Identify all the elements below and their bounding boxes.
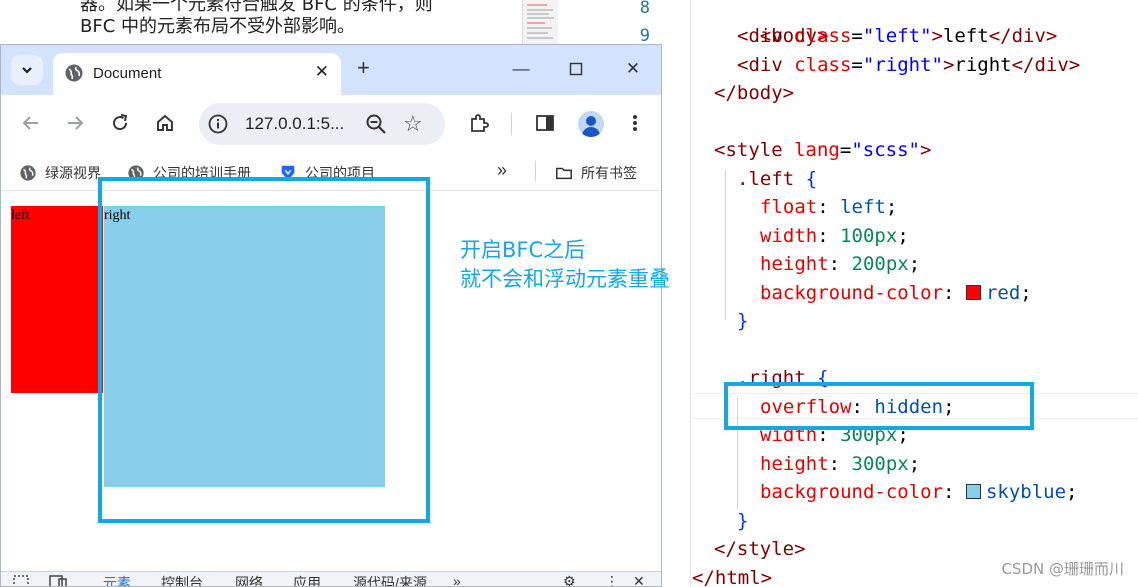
viewport-annotation-box bbox=[98, 177, 430, 523]
article-thumbnail bbox=[522, 0, 558, 44]
annotation-line-1: 开启BFC之后 bbox=[460, 238, 586, 262]
tab-search-button[interactable] bbox=[11, 55, 43, 85]
article-line-2: BFC 中的元素布局不受外部影响。 bbox=[80, 16, 355, 37]
left-float-box: left bbox=[11, 206, 103, 393]
line-number: 8 bbox=[639, 0, 650, 18]
code-line: <div class="right">right</div> bbox=[737, 54, 1081, 76]
code-line: background-color: skyblue; bbox=[760, 481, 1078, 503]
code-line: float: left; bbox=[760, 196, 898, 218]
gear-icon[interactable]: ⚙ bbox=[563, 573, 576, 586]
back-arrow-icon[interactable] bbox=[17, 109, 45, 137]
minimize-icon[interactable]: — bbox=[509, 57, 533, 81]
browser-toolbar: 127.0.0.1:5... ☆ bbox=[1, 95, 661, 151]
code-annotation-box bbox=[724, 382, 1034, 430]
code-line: height: 300px; bbox=[760, 453, 921, 475]
browser-tab[interactable]: Document ✕ bbox=[53, 53, 341, 95]
more-vert-icon[interactable] bbox=[621, 109, 649, 137]
code-line: } bbox=[737, 310, 749, 332]
code-line: } bbox=[737, 510, 749, 532]
bookmarks-overflow-button[interactable]: » bbox=[497, 160, 507, 181]
toolbar-separator bbox=[511, 113, 512, 135]
url-text: 127.0.0.1:5... bbox=[245, 114, 345, 133]
gutter-divider bbox=[690, 0, 691, 587]
tab-title: Document bbox=[93, 65, 162, 82]
watermark: CSDN @珊珊而川 bbox=[1001, 560, 1124, 578]
code-line: <body> bbox=[759, 25, 829, 47]
star-icon[interactable]: ☆ bbox=[403, 111, 423, 137]
close-icon[interactable]: ✕ bbox=[315, 62, 329, 82]
code-line: <style lang="scss"> bbox=[714, 139, 932, 161]
code-line: height: 200px; bbox=[760, 253, 921, 275]
background-article: 器。如果一个元素符合触发 BFC 的条件，则 BFC 中的元素布局不受外部影响。 bbox=[0, 0, 520, 44]
forward-arrow-icon[interactable] bbox=[61, 109, 89, 137]
close-window-icon[interactable]: ✕ bbox=[621, 57, 645, 81]
color-swatch-skyblue[interactable] bbox=[965, 484, 981, 499]
close-icon[interactable]: ✕ bbox=[633, 573, 645, 586]
globe-icon bbox=[20, 165, 36, 181]
zoom-out-icon[interactable] bbox=[365, 113, 387, 135]
code-line: </body> bbox=[714, 82, 795, 104]
line-number: 9 bbox=[639, 26, 650, 46]
devtools-more-tabs[interactable]: » bbox=[453, 573, 461, 586]
annotation-text: 开启BFC之后 就不会和浮动元素重叠 bbox=[460, 236, 670, 294]
home-icon[interactable] bbox=[151, 109, 179, 137]
devtools-bar: 元素 控制台 网络 应用 源代码/来源 » ⚙ ⋮ ✕ bbox=[1, 571, 661, 587]
indent-guide bbox=[725, 170, 726, 320]
code-line: width: 100px; bbox=[760, 225, 909, 247]
more-vert-icon[interactable]: ⋮ bbox=[605, 573, 619, 586]
puzzle-icon[interactable] bbox=[465, 109, 493, 137]
code-line: <div class="left">left</div> bbox=[737, 25, 1058, 47]
devtools-tab-elements[interactable]: 元素 bbox=[103, 573, 131, 586]
code-editor[interactable]: <body> <div class="left">left</div> <div… bbox=[692, 0, 1138, 587]
code-line: </html> bbox=[692, 567, 773, 587]
globe-icon bbox=[65, 64, 83, 82]
bookmark-separator bbox=[535, 161, 536, 181]
devtools-tab-network[interactable]: 网络 bbox=[235, 573, 263, 586]
maximize-icon[interactable] bbox=[564, 57, 588, 81]
title-bar: Document ✕ + — ✕ bbox=[1, 45, 661, 95]
device-toggle-icon[interactable] bbox=[49, 574, 69, 587]
annotation-line-2: 就不会和浮动元素重叠 bbox=[460, 267, 670, 291]
devtools-tab-application[interactable]: 应用 bbox=[293, 573, 321, 586]
browser-window: Document ✕ + — ✕ 127.0.0.1:5... ☆ 绿源视界 公… bbox=[0, 44, 662, 587]
reload-icon[interactable] bbox=[106, 109, 134, 137]
devtools-tab-console[interactable]: 控制台 bbox=[161, 573, 203, 586]
new-tab-button[interactable]: + bbox=[357, 57, 370, 79]
folder-icon bbox=[556, 167, 572, 180]
profile-icon[interactable] bbox=[578, 111, 604, 137]
info-icon[interactable] bbox=[207, 113, 229, 135]
code-line: background-color: red; bbox=[760, 282, 1032, 304]
address-bar[interactable]: 127.0.0.1:5... ☆ bbox=[199, 103, 445, 145]
color-swatch-red[interactable] bbox=[965, 285, 981, 300]
inspect-icon[interactable] bbox=[13, 574, 33, 587]
chevron-down-icon bbox=[22, 67, 32, 74]
devtools-tab-sources[interactable]: 源代码/来源 bbox=[353, 573, 427, 586]
code-line: .left { bbox=[737, 168, 818, 190]
all-bookmarks-button[interactable]: 所有书签 bbox=[555, 163, 637, 183]
bookmark-item[interactable]: 绿源视界 bbox=[19, 163, 101, 183]
side-panel-icon[interactable] bbox=[531, 109, 559, 137]
code-line: </style> bbox=[714, 538, 806, 560]
